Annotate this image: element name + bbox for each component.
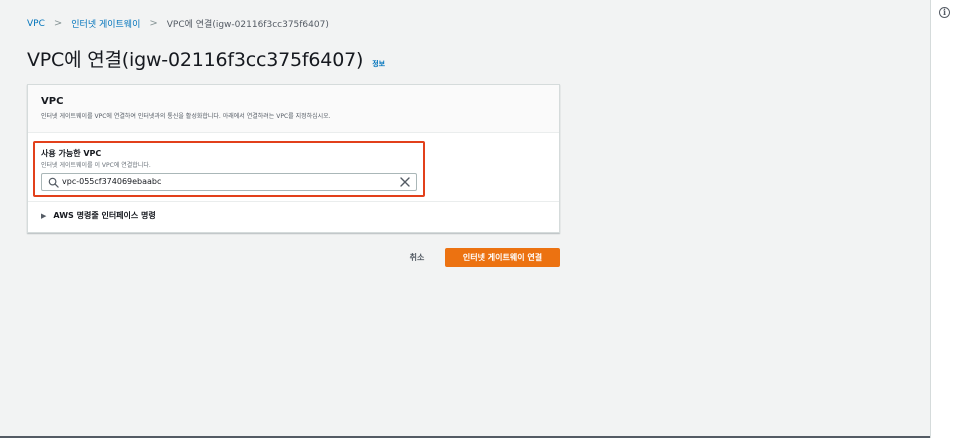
panel-header: VPC 인터넷 게이트웨이를 VPC에 연결하여 인터넷과의 통신을 활성화합니… [28, 85, 559, 133]
breadcrumb: VPC > 인터넷 게이트웨이 > VPC에 연결(igw-02116f3cc3… [27, 17, 329, 30]
breadcrumb-link-internet-gateways[interactable]: 인터넷 게이트웨이 [71, 17, 140, 30]
vpc-panel: VPC 인터넷 게이트웨이를 VPC에 연결하여 인터넷과의 통신을 활성화합니… [27, 84, 560, 233]
caret-right-icon: ▶ [41, 211, 47, 220]
divider [28, 201, 559, 202]
field-hint: 인터넷 게이트웨이를 이 VPC에 연결합니다. [41, 162, 151, 169]
info-link[interactable]: 정보 [372, 59, 385, 69]
utility-rail: i [930, 0, 960, 438]
panel-title: VPC [41, 96, 64, 107]
breadcrumb-separator: > [149, 18, 158, 29]
breadcrumb-link-vpc[interactable]: VPC [27, 19, 45, 29]
breadcrumb-separator: > [53, 18, 63, 29]
available-vpc-field: 사용 가능한 VPC 인터넷 게이트웨이를 이 VPC에 연결합니다. [33, 141, 425, 197]
page-title: VPC에 연결(igw-02116f3cc375f6407) [27, 49, 364, 71]
vpc-search-input[interactable] [62, 174, 392, 190]
breadcrumb-current: VPC에 연결(igw-02116f3cc375f6407) [166, 20, 329, 30]
attach-internet-gateway-button[interactable]: 인터넷 게이트웨이 연결 [445, 248, 560, 267]
expander-label: AWS 명령줄 인터페이스 명령 [53, 211, 156, 220]
cancel-button[interactable]: 취소 [398, 248, 436, 267]
field-label: 사용 가능한 VPC [41, 149, 102, 158]
page: VPC > 인터넷 게이트웨이 > VPC에 연결(igw-02116f3cc3… [0, 0, 960, 438]
aws-cli-expander[interactable]: ▶ AWS 명령줄 인터페이스 명령 [41, 210, 156, 221]
info-icon[interactable]: i [939, 7, 950, 18]
panel-description: 인터넷 게이트웨이를 VPC에 연결하여 인터넷과의 통신을 활성화합니다. 아… [41, 113, 331, 120]
close-icon[interactable] [400, 177, 410, 187]
search-icon [48, 177, 59, 188]
title-row: VPC에 연결(igw-02116f3cc375f6407) 정보 [27, 45, 385, 72]
vpc-search-box[interactable] [41, 173, 417, 191]
